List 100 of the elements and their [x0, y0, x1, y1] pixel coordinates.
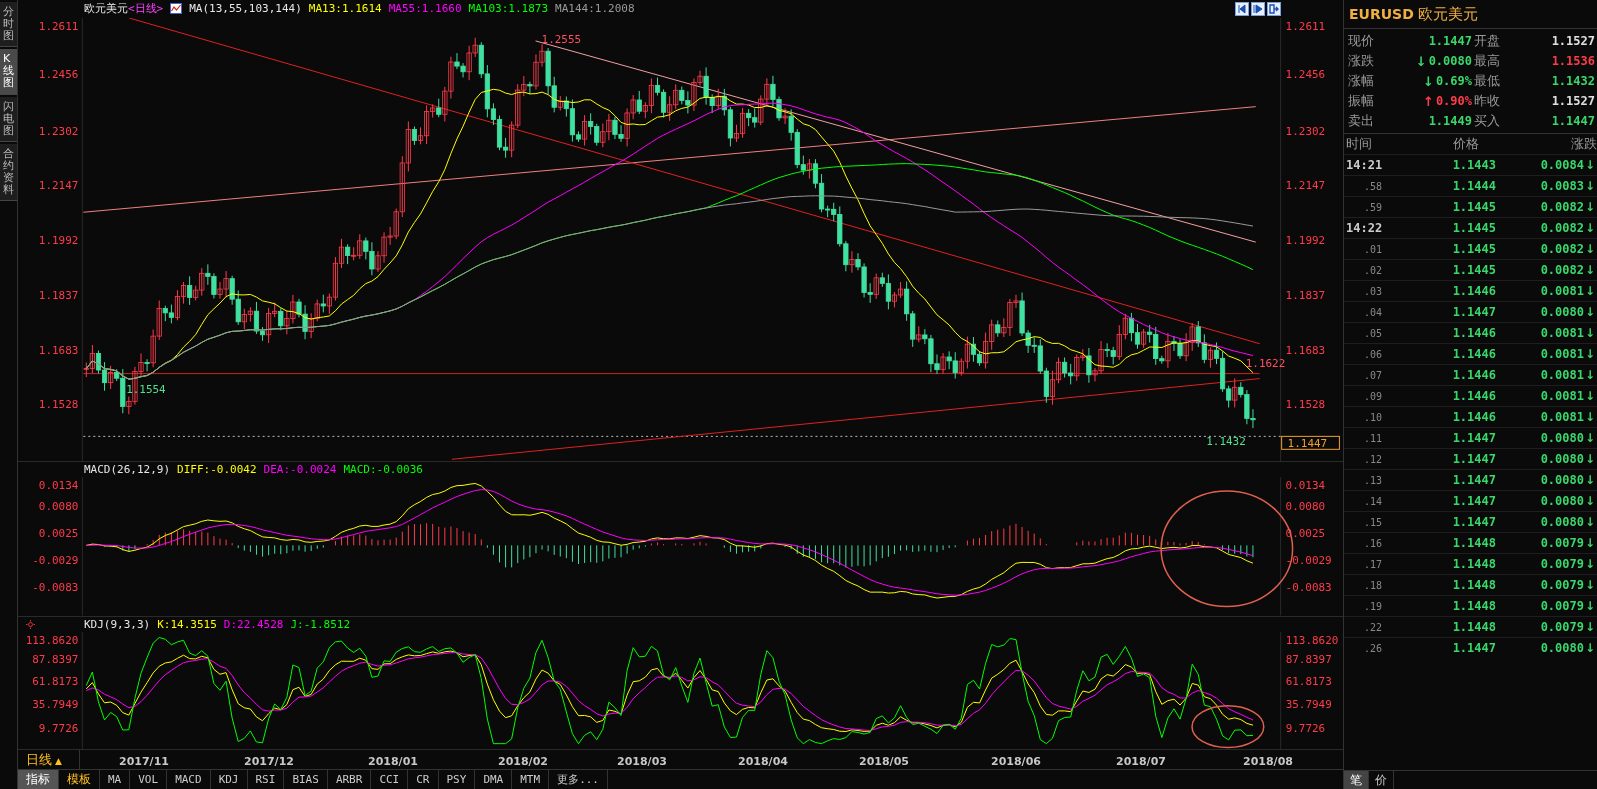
axis-label: 2018/04 — [738, 755, 788, 769]
quote-label: 涨跌 — [1348, 52, 1375, 70]
tick-change: 0.0079 — [1539, 599, 1584, 613]
tick-price: 1.1446 — [1451, 347, 1496, 361]
tick-time: .17 — [1363, 558, 1384, 570]
axis-label: 9.7726 — [38, 721, 79, 735]
tick-price: 1.1447 — [1451, 515, 1496, 529]
tick-change: 0.0083 — [1539, 179, 1584, 193]
axis-label: 35.7949 — [1285, 697, 1332, 711]
chart-title: 欧元美元 — [84, 1, 128, 17]
quote-label: 卖出 — [1348, 112, 1375, 130]
tick-price: 1.1447 — [1451, 431, 1496, 445]
axis-label: 2018/08 — [1243, 755, 1293, 769]
tick-change: 0.0081 — [1539, 410, 1584, 424]
indicator-label: KDJ(9,3,3) — [84, 617, 151, 631]
arrow-icon: ↓ — [1585, 473, 1596, 487]
indicator-label: MACD(26,12,9) — [84, 463, 171, 477]
tick-price: 1.1445 — [1451, 200, 1496, 214]
indicator-value: MA103:1.1873 — [468, 2, 549, 16]
quote-label: 现价 — [1348, 32, 1375, 50]
tick-change: 0.0081 — [1539, 326, 1584, 340]
arrow-icon: ↓ — [1585, 557, 1596, 571]
quote-value: 1.1447 — [1428, 34, 1472, 48]
axis-label: 0.0134 — [1285, 479, 1326, 493]
quote-value: 0.69% — [1435, 74, 1472, 88]
quote-label: 昨收 — [1474, 92, 1501, 110]
arrow-icon: ↓ — [1422, 73, 1434, 89]
indicator-value: K:14.3515 — [157, 617, 217, 631]
column-header: 价格 — [1452, 135, 1480, 153]
tick-price: 1.1445 — [1451, 263, 1496, 277]
indicator-value: J:-1.8512 — [290, 617, 351, 631]
tick-time: .11 — [1363, 432, 1384, 444]
column-header: 涨跌 — [1570, 135, 1597, 153]
tick-change: 0.0079 — [1539, 536, 1584, 550]
axis-label: 1.2147 — [1285, 179, 1326, 193]
arrow-icon: ↓ — [1585, 494, 1596, 508]
tick-change: 0.0082 — [1539, 221, 1584, 235]
tick-price: 1.1447 — [1451, 494, 1496, 508]
tick-time: .09 — [1363, 390, 1384, 402]
arrow-icon: ↓ — [1585, 242, 1596, 256]
axis-label: 2018/03 — [617, 755, 667, 769]
tick-change: 0.0080 — [1539, 494, 1584, 508]
quote-value: 1.1432 — [1551, 74, 1595, 88]
arrow-icon: ↓ — [1585, 431, 1596, 445]
tick-change: 0.0080 — [1539, 473, 1584, 487]
arrow-icon: ↓ — [1585, 389, 1596, 403]
tick-change: 0.0082 — [1539, 200, 1584, 214]
arrow-icon: ↓ — [1585, 284, 1596, 298]
arrow-icon: ↓ — [1585, 200, 1596, 214]
arrow-icon: ↓ — [1585, 179, 1596, 193]
sidebar-tab[interactable]: 闪电图 — [0, 96, 17, 142]
quote-label: 最高 — [1474, 52, 1501, 70]
quote-label: 振幅 — [1348, 92, 1375, 110]
axis-label: 1.1992 — [38, 234, 79, 248]
quote-label: 最低 — [1474, 72, 1501, 90]
axis-label: 1.2611 — [38, 19, 79, 33]
axis-label: 1.2147 — [38, 179, 79, 193]
axis-label: 113.8620 — [25, 633, 79, 647]
axis-label: 1.1683 — [38, 343, 79, 357]
indicator-value: MA55:1.1660 — [388, 2, 462, 16]
tick-change: 0.0080 — [1539, 452, 1584, 466]
arrow-icon: ↓ — [1585, 326, 1596, 340]
axis-label: 0.0025 — [38, 526, 79, 540]
arrow-icon: ↓ — [1585, 305, 1596, 319]
tick-change: 0.0081 — [1539, 389, 1584, 403]
sidebar-tab[interactable]: 分时图 — [0, 2, 17, 48]
tick-price: 1.1447 — [1451, 305, 1496, 319]
axis-label: 1.2302 — [38, 124, 79, 138]
tick-time: .02 — [1363, 264, 1384, 276]
tick-price: 1.1445 — [1451, 242, 1496, 256]
tick-change: 0.0079 — [1539, 557, 1584, 571]
tick-change: 0.0080 — [1539, 431, 1584, 445]
quote-label: 开盘 — [1474, 32, 1501, 50]
quote-value: 1.1447 — [1551, 114, 1595, 128]
symbol-name: 欧元美元 — [1417, 4, 1478, 24]
sidebar-tab[interactable]: K线图 — [0, 49, 17, 95]
tick-price: 1.1446 — [1451, 368, 1496, 382]
panel-tab[interactable]: 指标 — [18, 770, 59, 789]
tick-change: 0.0080 — [1539, 305, 1584, 319]
tick-change: 0.0082 — [1539, 242, 1584, 256]
tick-time: .19 — [1363, 600, 1384, 612]
column-header: 时间 — [1346, 135, 1373, 153]
sidebar-tab[interactable]: 合约资料 — [0, 143, 17, 202]
panel-tab[interactable]: 笔 — [1344, 771, 1369, 789]
axis-label: 1.1683 — [1285, 343, 1326, 357]
arrow-icon: ↓ — [1415, 53, 1427, 69]
tick-time: .18 — [1363, 579, 1384, 591]
axis-label: 1.2302 — [1285, 124, 1326, 138]
tick-price: 1.1445 — [1451, 221, 1496, 235]
tick-change: 0.0079 — [1539, 578, 1584, 592]
quote-value: 1.1536 — [1551, 54, 1595, 68]
axis-label: 1.1837 — [38, 288, 79, 302]
arrow-icon: ↓ — [1585, 515, 1596, 529]
tick-time: .12 — [1363, 453, 1384, 465]
arrow-icon: ↓ — [1585, 347, 1596, 361]
tick-time: .01 — [1363, 243, 1384, 255]
quote-value: 1.1449 — [1428, 114, 1472, 128]
tick-price: 1.1448 — [1451, 578, 1496, 592]
tick-change: 0.0079 — [1539, 620, 1584, 634]
tick-price: 1.1448 — [1451, 536, 1496, 550]
